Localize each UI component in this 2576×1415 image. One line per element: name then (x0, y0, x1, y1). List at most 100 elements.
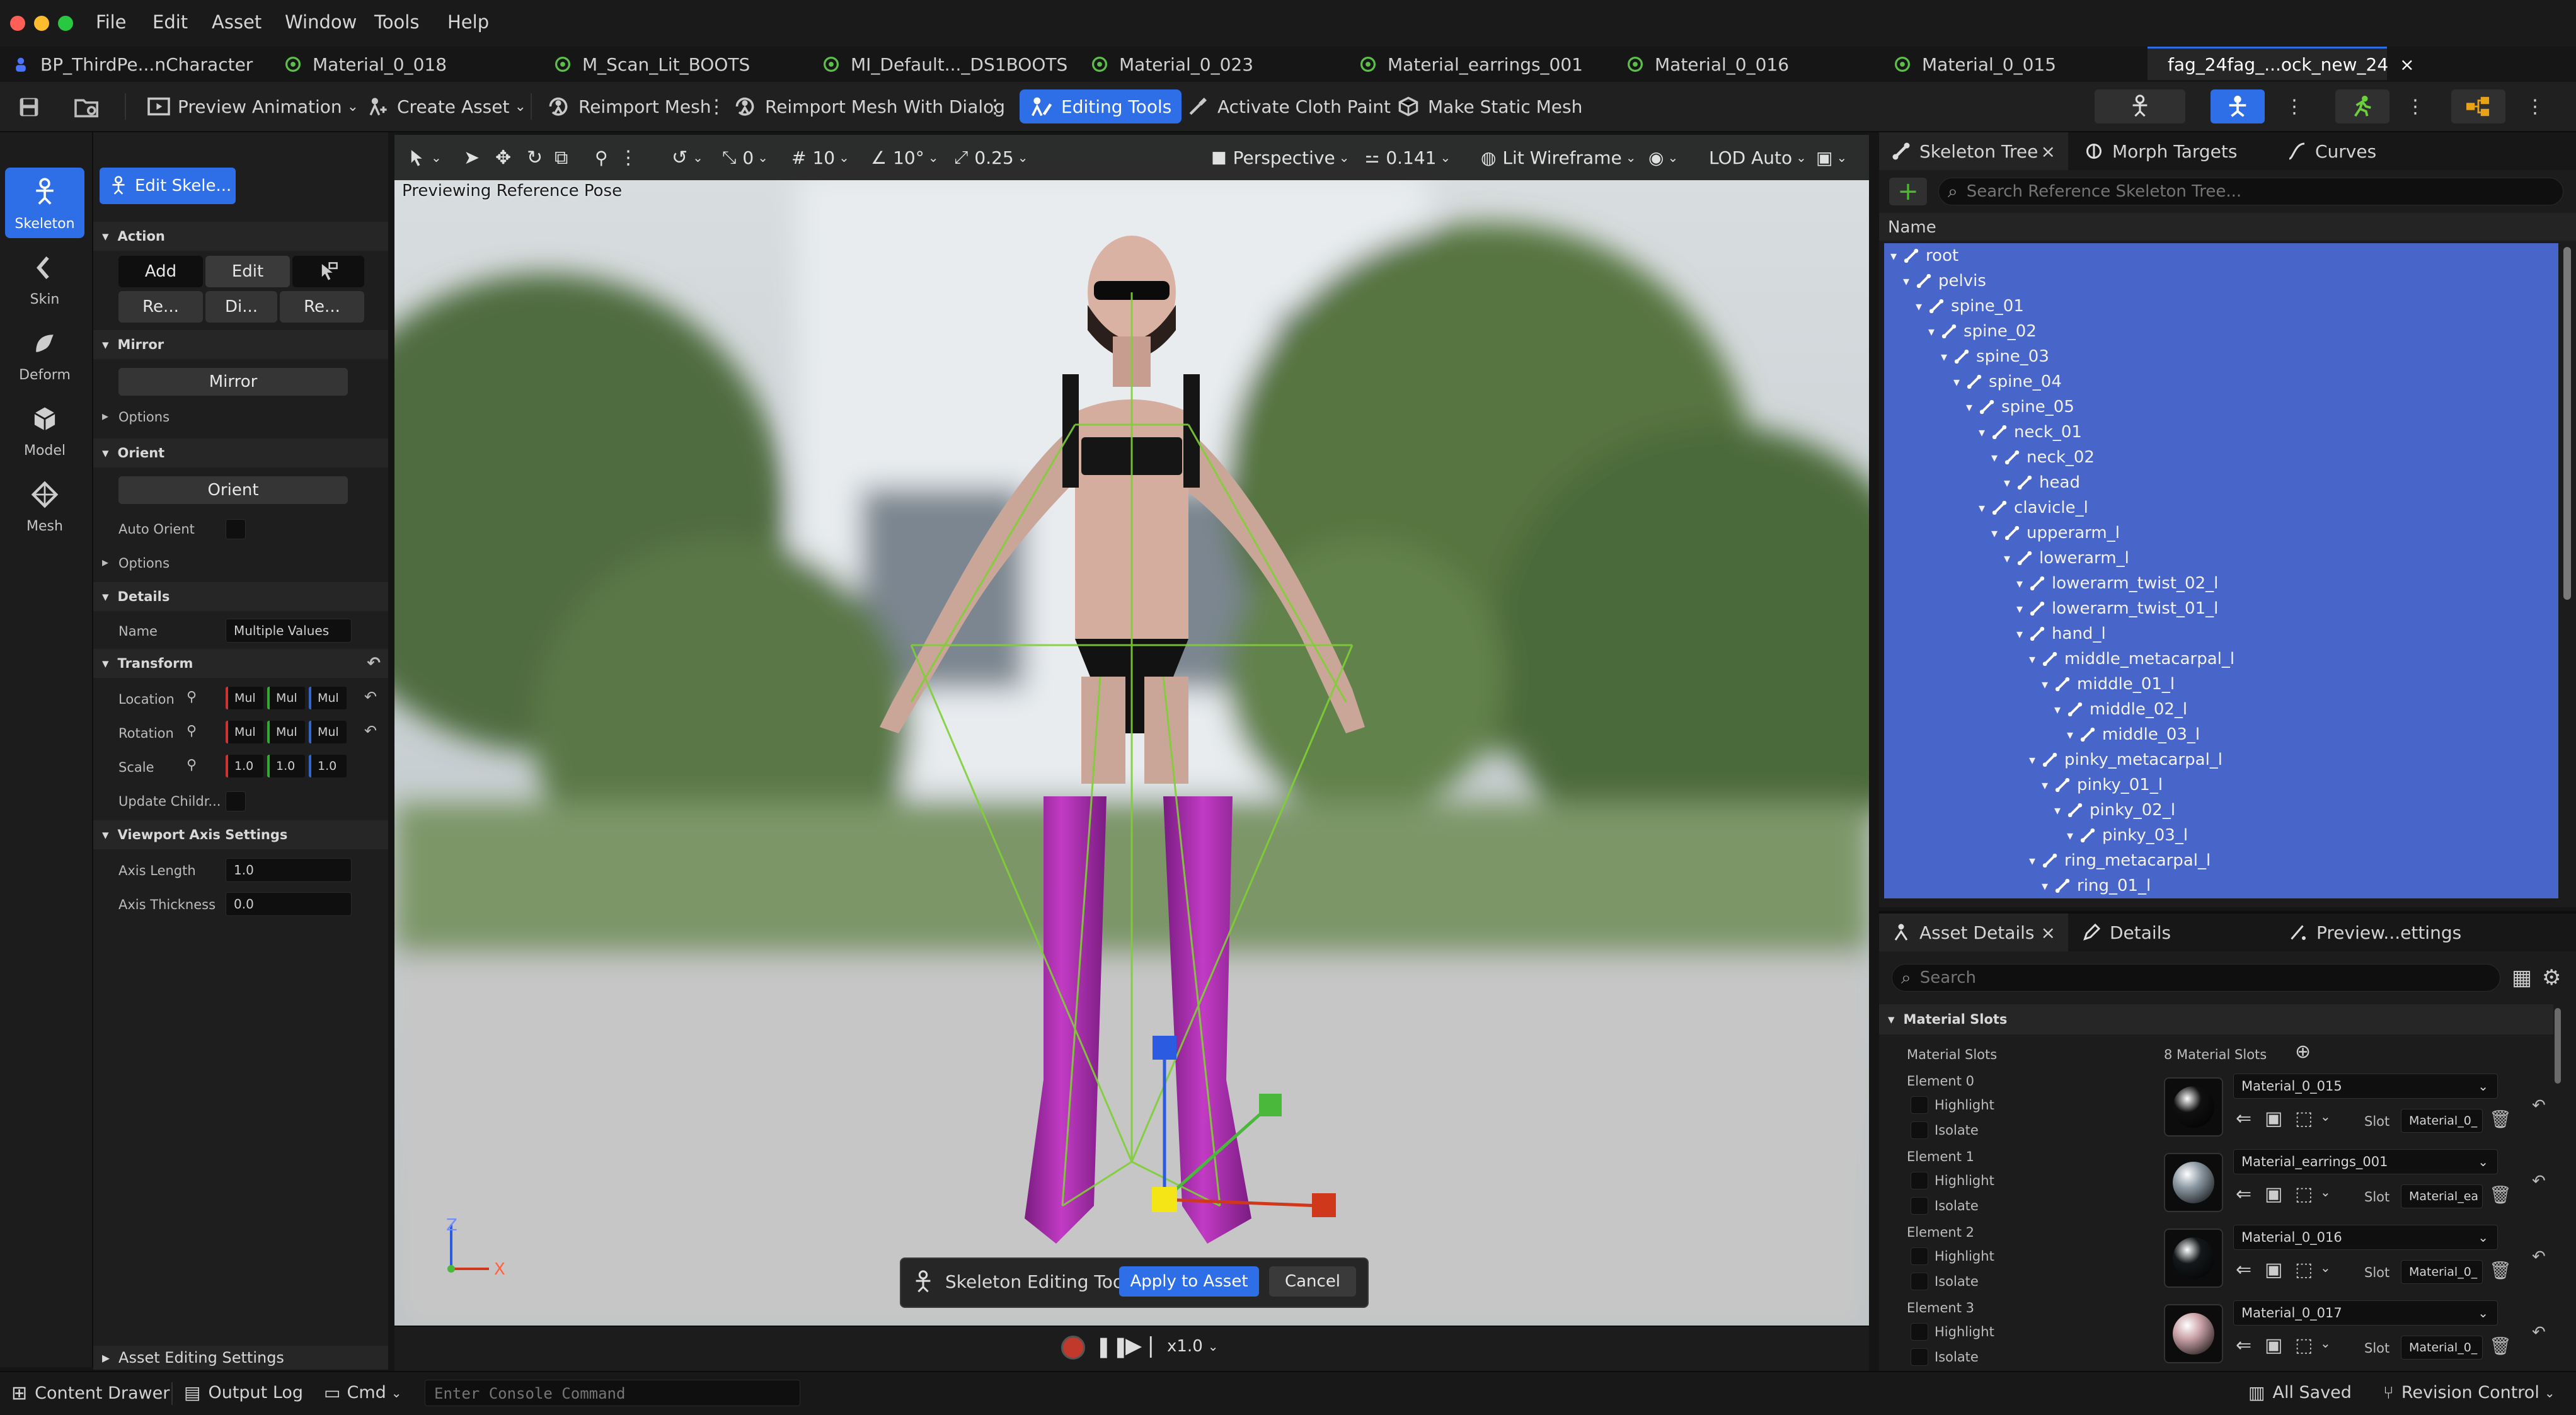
scale-y-field[interactable]: 1.0 (267, 755, 305, 777)
reset-material-icon[interactable]: ↶ (2532, 1172, 2546, 1191)
chevron-down-icon[interactable]: ⌄ (2320, 1109, 2331, 1124)
expand-triangle-icon[interactable]: ▾ (2067, 828, 2073, 843)
reimport-mesh-with-dialog-button[interactable]: Reimport Mesh With Dialog (732, 89, 1005, 123)
close-tab-icon[interactable]: × (2400, 54, 2414, 75)
bone-row[interactable]: ▾ clavicle_l (1979, 495, 2088, 520)
tab-preview-settings[interactable]: Preview...ettings (2289, 914, 2461, 951)
material-dropdown[interactable]: Material_0_016 ⌄ (2233, 1225, 2498, 1250)
tab-skeleton-tree[interactable]: Skeleton Tree × (1879, 132, 2068, 170)
isolate-checkbox[interactable] (1911, 1197, 1928, 1215)
animation-mode-button[interactable] (2335, 89, 2389, 123)
section-viewport-axis-settings[interactable]: ▾ Viewport Axis Settings (93, 820, 388, 849)
expand-triangle-icon[interactable]: ▾ (2004, 551, 2010, 566)
reset-transform-icon[interactable]: ↶ (367, 654, 381, 673)
translate-tool-icon[interactable]: ✥ (495, 144, 511, 171)
material-options-icon[interactable]: ⬚ (2295, 1108, 2313, 1130)
trash-icon[interactable]: 🗑︎ (2489, 1184, 2512, 1205)
mirror-button[interactable]: Mirror (118, 368, 348, 396)
expand-triangle-icon[interactable]: ▾ (2067, 727, 2073, 742)
view-mode-button[interactable]: ◍ Lit Wireframe ⌄ (1481, 144, 1636, 171)
name-field[interactable]: Multiple Values (226, 619, 352, 643)
expand-triangle-icon[interactable]: ▾ (1966, 399, 1972, 415)
material-options-icon[interactable]: ⬚ (2295, 1259, 2313, 1281)
use-selected-asset-icon[interactable]: ⇐ (2236, 1183, 2251, 1205)
menu-file[interactable]: File (96, 11, 127, 33)
trash-icon[interactable]: 🗑︎ (2489, 1260, 2512, 1281)
show-flags-button[interactable]: ◉ ⌄ (1648, 144, 1678, 171)
apply-to-asset-button[interactable]: Apply to Asset (1119, 1266, 1259, 1297)
action-select-button[interactable] (292, 256, 364, 287)
trash-icon[interactable]: 🗑︎ (2489, 1336, 2512, 1356)
name-column-header[interactable]: Name (1888, 218, 1936, 237)
section-orient[interactable]: ▾ Orient (93, 438, 388, 467)
bone-row[interactable]: ▾ pinky_02_l (2054, 798, 2175, 823)
activate-cloth-paint-button[interactable]: Activate Cloth Paint (1186, 89, 1391, 123)
material-options-icon[interactable]: ⬚ (2295, 1183, 2313, 1205)
orient-options-row[interactable]: ▸ Options (93, 546, 388, 580)
bone-row[interactable]: ▾ spine_03 (1941, 344, 2049, 369)
record-button[interactable] (1061, 1336, 1085, 1360)
reset-rotation-icon[interactable]: ↶ (364, 722, 377, 740)
expand-triangle-icon[interactable]: ▾ (1991, 450, 1998, 465)
expand-triangle-icon[interactable]: ▾ (1941, 349, 1947, 364)
menu-help[interactable]: Help (447, 11, 489, 33)
angle-snap-button[interactable]: ∠ 10° ⌄ (871, 144, 939, 171)
expand-triangle-icon[interactable]: ▾ (2042, 878, 2048, 893)
material-dropdown[interactable]: Material_0_017 ⌄ (2233, 1300, 2498, 1326)
expand-triangle-icon[interactable]: ▾ (2042, 677, 2048, 692)
surface-snap-button[interactable]: ⤡ 0 ⌄ (722, 144, 768, 171)
console-command-field[interactable] (425, 1380, 800, 1406)
browse-asset-icon[interactable] (74, 96, 100, 118)
action-re2-button[interactable]: Re... (280, 291, 364, 323)
tab-material-0-016[interactable]: Material_0_016 (1627, 47, 1789, 82)
console-command-input[interactable] (433, 1384, 788, 1403)
edit-skeleton-button[interactable]: Edit Skele... (100, 168, 236, 204)
section-transform[interactable]: ▾ Transform ↶ (93, 649, 388, 678)
use-selected-asset-icon[interactable]: ⇐ (2236, 1334, 2251, 1356)
content-drawer-button[interactable]: ⊞ Content Drawer (11, 1382, 170, 1404)
viewport-options-button[interactable]: ⌄ (407, 144, 442, 171)
mode-skeleton[interactable]: Skeleton (5, 168, 84, 238)
bone-row[interactable]: ▾ neck_01 (1979, 420, 2082, 445)
expand-triangle-icon[interactable]: ▾ (1953, 374, 1960, 389)
tab-material-0-023[interactable]: Material_0_023 (1091, 47, 1253, 82)
tab-material-0-018[interactable]: Material_0_018 (285, 47, 447, 82)
highlight-checkbox[interactable] (1911, 1172, 1928, 1189)
settings-gear-icon[interactable]: ⚙ (2542, 965, 2561, 990)
material-thumbnail[interactable] (2164, 1304, 2223, 1363)
action-di-button[interactable]: Di... (205, 291, 277, 323)
slot-name-field[interactable]: Material_0_ (2401, 1336, 2483, 1360)
skeleton-tree-scrollbar[interactable] (2563, 247, 2571, 600)
bone-row[interactable]: ▾ ring_01_l (2042, 873, 2151, 898)
tab-morph-targets[interactable]: Morph Targets (2084, 132, 2237, 170)
isolate-checkbox[interactable] (1911, 1348, 1928, 1366)
viewport[interactable]: Z X Previewing Reference Pose Skeleton E… (394, 135, 1869, 1326)
step-forward-icon[interactable]: ▶❘ (1125, 1333, 1160, 1358)
section-details[interactable]: ▾ Details (93, 582, 388, 611)
browse-folder-icon[interactable]: ▣ (2265, 1108, 2282, 1130)
section-action[interactable]: ▾ Action (93, 222, 388, 251)
browse-folder-icon[interactable]: ▣ (2265, 1183, 2282, 1205)
menu-asset[interactable]: Asset (212, 11, 262, 33)
bone-row[interactable]: ▾ middle_03_l (2067, 722, 2200, 747)
tab-curves[interactable]: Curves (2287, 132, 2376, 170)
axis-length-field[interactable]: 1.0 (226, 858, 352, 882)
tab-details[interactable]: Details (2082, 914, 2171, 951)
coordinate-system-icon[interactable]: ⚲ (595, 144, 608, 171)
expand-triangle-icon[interactable]: ▾ (2016, 626, 2023, 641)
coordinate-space-icon[interactable]: ⚲ (187, 689, 197, 705)
isolate-checkbox[interactable] (1911, 1121, 1928, 1139)
mode-mesh[interactable]: Mesh (5, 470, 84, 541)
orient-button[interactable]: Orient (118, 476, 348, 504)
bone-row[interactable]: ▾ spine_04 (1953, 369, 2062, 394)
skeleton-mode-button[interactable] (2095, 89, 2185, 123)
mesh-mode-button[interactable] (2211, 89, 2265, 123)
reimport-options-kebab-icon[interactable]: ⋮ (707, 89, 726, 123)
slot-name-field[interactable]: Material_ea (2401, 1184, 2483, 1208)
reset-material-icon[interactable]: ↶ (2532, 1323, 2546, 1342)
expand-triangle-icon[interactable]: ▾ (2029, 853, 2035, 868)
material-dropdown[interactable]: Material_earrings_001 ⌄ (2233, 1149, 2498, 1174)
slot-name-field[interactable]: Material_0_ (2401, 1109, 2483, 1133)
rotation-y-field[interactable]: Mul (267, 721, 305, 743)
animation-mode-kebab-icon[interactable]: ⋮ (2406, 89, 2425, 123)
